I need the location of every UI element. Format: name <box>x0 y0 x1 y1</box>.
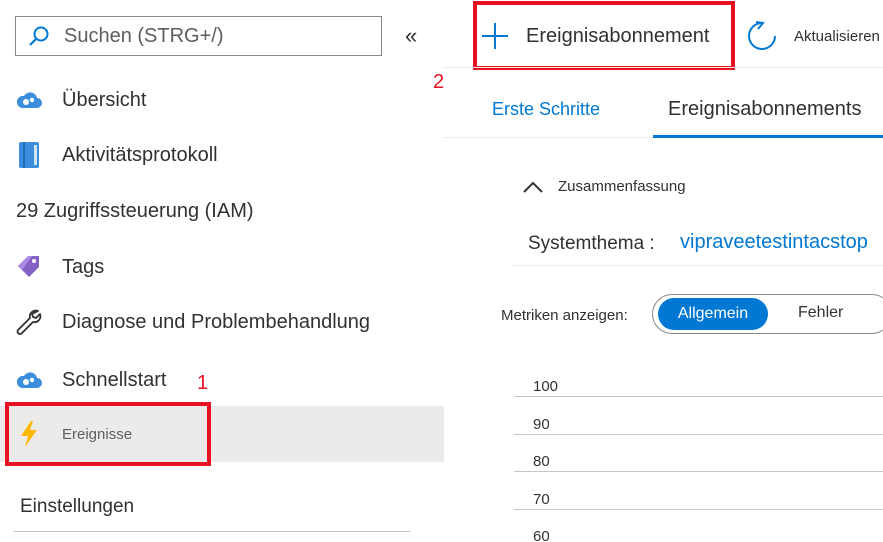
metrics-label: Metriken anzeigen: <box>501 307 628 324</box>
refresh-button[interactable]: Aktualisieren <box>746 18 880 54</box>
search-input[interactable]: Suchen (STRG+/) <box>15 16 382 56</box>
gridline <box>514 396 883 397</box>
callout-number-2: 2 <box>433 71 445 93</box>
sidebar-item-quickstart[interactable]: Schnellstart <box>0 358 444 402</box>
gridline <box>514 509 883 510</box>
tag-icon <box>14 252 44 282</box>
toolbar-divider <box>444 67 883 68</box>
sidebar-item-label: Aktivitätsprotokoll <box>62 143 218 166</box>
refresh-button-label: Aktualisieren <box>794 27 880 45</box>
gridline <box>514 434 883 435</box>
summary-label: Zusammenfassung <box>558 178 686 195</box>
callout-box-events <box>5 402 211 466</box>
sidebar-item-label: Schnellstart <box>62 368 167 391</box>
collapse-sidebar-button[interactable]: « <box>405 24 417 48</box>
section-heading-settings: Einstellungen <box>20 496 135 517</box>
tab-event-subscriptions[interactable]: Ereignisabonnements <box>653 80 883 138</box>
search-icon <box>29 26 49 46</box>
tab-getting-started[interactable]: Erste Schritte <box>492 80 600 138</box>
y-tick-label: 90 <box>533 416 550 433</box>
active-tab-indicator <box>653 135 883 138</box>
summary-toggle[interactable]: Zusammenfassung <box>522 178 686 195</box>
metrics-option-errors[interactable]: Fehler <box>798 304 843 322</box>
search-placeholder: Suchen (STRG+/) <box>64 24 224 47</box>
sidebar-item-overview[interactable]: Übersicht <box>0 78 444 122</box>
sidebar-item-label: Übersicht <box>62 88 147 111</box>
divider <box>512 265 883 266</box>
y-tick-label: 100 <box>533 378 559 395</box>
metrics-option-general[interactable]: Allgemein <box>658 298 768 330</box>
gridline <box>514 471 883 472</box>
chevron-up-icon <box>523 181 543 193</box>
sidebar-item-label: Tags <box>62 255 105 278</box>
callout-box-add-subscription <box>473 1 735 70</box>
system-topic-link[interactable]: vipraveetestintacstop <box>680 231 868 254</box>
sidebar-item-diagnose[interactable]: Diagnose und Problembehandlung <box>0 300 444 344</box>
wrench-icon <box>14 307 44 337</box>
y-tick-label: 60 <box>533 528 550 542</box>
divider <box>14 531 410 532</box>
y-tick-label: 80 <box>533 453 550 470</box>
y-tick-label: 70 <box>533 491 550 508</box>
refresh-icon <box>748 21 776 50</box>
sidebar-item-access-control[interactable]: 29 Zugriffssteuerung (IAM) <box>16 200 254 223</box>
callout-number-1: 1 <box>197 372 209 394</box>
cloud-gear-icon <box>14 365 44 395</box>
system-topic-label: Systemthema : <box>528 233 655 254</box>
cloud-gear-icon <box>14 85 44 115</box>
sidebar-item-activity-log[interactable]: Aktivitätsprotokoll <box>0 133 444 177</box>
book-icon <box>14 140 44 170</box>
sidebar-item-tags[interactable]: Tags <box>0 245 444 289</box>
sidebar-item-label: Diagnose und Problembehandlung <box>62 310 371 333</box>
